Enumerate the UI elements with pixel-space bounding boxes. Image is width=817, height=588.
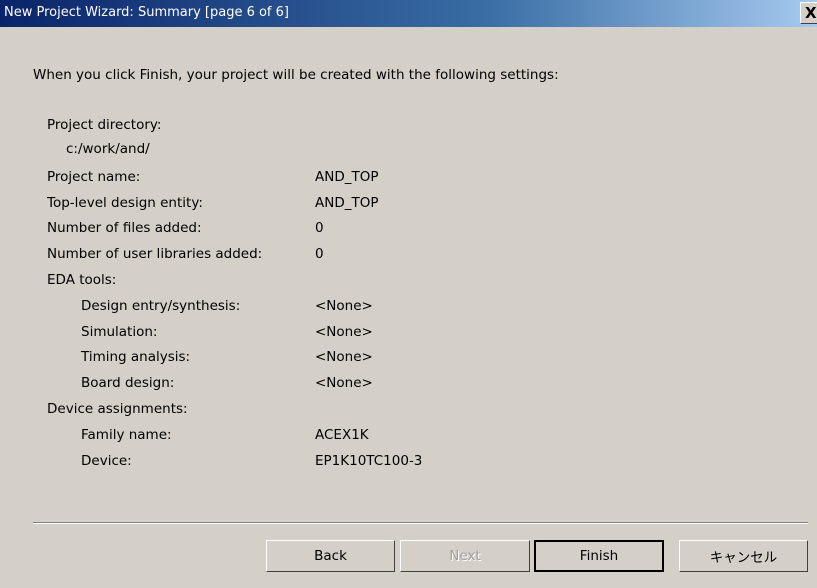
setting-label: Device assignments: bbox=[47, 401, 188, 417]
setting-user-libraries-added: Number of user libraries added: 0 bbox=[0, 246, 780, 270]
setting-value: <None> bbox=[315, 298, 373, 314]
setting-design-entry-synthesis: Design entry/synthesis: <None> bbox=[0, 298, 780, 322]
setting-value: 0 bbox=[315, 220, 324, 236]
back-button[interactable]: Back bbox=[266, 540, 395, 572]
setting-label: Project name: bbox=[47, 169, 141, 185]
separator-line bbox=[33, 522, 808, 524]
setting-label: Device: bbox=[81, 453, 132, 469]
setting-timing-analysis: Timing analysis: <None> bbox=[0, 349, 780, 373]
setting-label: Design entry/synthesis: bbox=[81, 298, 241, 314]
intro-text: When you click Finish, your project will… bbox=[33, 67, 559, 83]
setting-value: 0 bbox=[315, 246, 324, 262]
setting-simulation: Simulation: <None> bbox=[0, 324, 780, 348]
setting-label: EDA tools: bbox=[47, 272, 117, 288]
setting-label: Number of files added: bbox=[47, 220, 202, 236]
setting-eda-tools: EDA tools: bbox=[0, 272, 780, 296]
setting-label: Project directory: bbox=[47, 117, 162, 133]
setting-value: ACEX1K bbox=[315, 427, 369, 443]
title-bar: New Project Wizard: Summary [page 6 of 6… bbox=[0, 0, 817, 27]
new-project-wizard-dialog: New Project Wizard: Summary [page 6 of 6… bbox=[0, 0, 817, 588]
setting-value: <None> bbox=[315, 324, 373, 340]
setting-project-name: Project name: AND_TOP bbox=[0, 169, 780, 193]
setting-device-assignments: Device assignments: bbox=[0, 401, 780, 425]
setting-value: <None> bbox=[315, 349, 373, 365]
setting-value: AND_TOP bbox=[315, 195, 379, 211]
close-icon: X bbox=[805, 4, 817, 22]
finish-button[interactable]: Finish bbox=[534, 540, 664, 572]
setting-value: AND_TOP bbox=[315, 169, 379, 185]
setting-board-design: Board design: <None> bbox=[0, 375, 780, 399]
setting-label: c:/work/and/ bbox=[66, 141, 150, 157]
setting-top-level-entity: Top-level design entity: AND_TOP bbox=[0, 195, 780, 219]
setting-project-directory: Project directory: bbox=[0, 117, 780, 141]
setting-value: EP1K10TC100-3 bbox=[315, 453, 423, 469]
next-button[interactable]: Next bbox=[400, 540, 530, 572]
setting-label: Board design: bbox=[81, 375, 175, 391]
setting-family-name: Family name: ACEX1K bbox=[0, 427, 780, 451]
setting-project-directory-path: c:/work/and/ bbox=[0, 141, 780, 165]
setting-device: Device: EP1K10TC100-3 bbox=[0, 453, 780, 477]
setting-value: <None> bbox=[315, 375, 373, 391]
close-button[interactable]: X bbox=[800, 2, 817, 24]
setting-label: Top-level design entity: bbox=[47, 195, 203, 211]
setting-label: Timing analysis: bbox=[81, 349, 191, 365]
setting-label: Simulation: bbox=[81, 324, 158, 340]
setting-label: Family name: bbox=[81, 427, 172, 443]
setting-files-added: Number of files added: 0 bbox=[0, 220, 780, 244]
window-title: New Project Wizard: Summary [page 6 of 6… bbox=[4, 5, 289, 20]
setting-label: Number of user libraries added: bbox=[47, 246, 263, 262]
cancel-button[interactable]: キャンセル bbox=[679, 540, 808, 572]
